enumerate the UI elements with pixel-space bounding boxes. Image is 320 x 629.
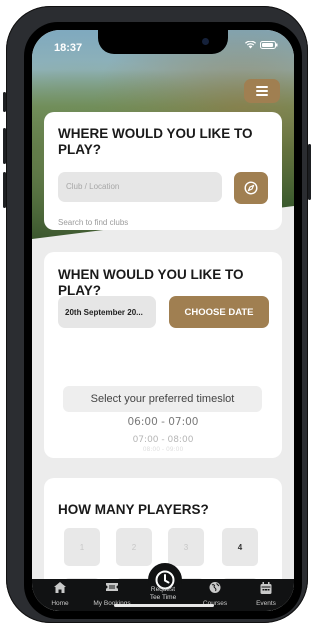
phone-bezel: 18:37 WHERE WOULD YOU LIKE TO PLAY? Club… (24, 22, 302, 619)
globe-icon (209, 582, 221, 593)
player-count-option-1[interactable]: 1 (64, 528, 100, 566)
players-title: HOW MANY PLAYERS? (58, 502, 209, 517)
when-card: WHEN WOULD YOU LIKE TO PLAY? 20th Septem… (44, 252, 282, 458)
tab-events-label: Events (256, 600, 276, 607)
home-icon (54, 582, 66, 593)
player-count-option-2[interactable]: 2 (116, 528, 152, 566)
club-location-search-input[interactable]: Club / Location (58, 172, 222, 202)
player-count-option-3[interactable]: 3 (168, 528, 204, 566)
tab-home-label: Home (51, 600, 69, 607)
search-hint: Search to find clubs (58, 218, 129, 227)
where-title: WHERE WOULD YOU LIKE TO PLAY? (58, 126, 253, 157)
selected-date-field[interactable]: 20th September 20... (58, 296, 156, 328)
front-camera (202, 38, 209, 45)
menu-button[interactable] (244, 79, 280, 103)
wifi-icon (245, 41, 256, 49)
power-button (308, 144, 311, 200)
volume-down-button (3, 172, 6, 208)
status-icons (245, 41, 278, 49)
ticket-icon (106, 583, 118, 591)
volume-up-button (3, 128, 6, 164)
locate-button[interactable] (234, 172, 268, 204)
tab-home[interactable]: Home (34, 579, 86, 611)
tab-request-tee-time-label: Request Tee Time (149, 586, 177, 601)
timeslot-option[interactable]: 06:00 - 07:00 (44, 416, 282, 428)
search-placeholder: Club / Location (66, 182, 120, 191)
status-time: 18:37 (54, 42, 83, 54)
calendar-icon (260, 582, 272, 594)
home-indicator (114, 604, 214, 607)
when-title: WHEN WOULD YOU LIKE TO PLAY? (58, 267, 244, 298)
player-count-option-4[interactable]: 4 (222, 528, 258, 566)
battery-icon (260, 41, 278, 49)
timeslot-picker-title: Select your preferred timeslot (63, 386, 262, 412)
compass-icon (244, 181, 258, 195)
phone-frame: 18:37 WHERE WOULD YOU LIKE TO PLAY? Club… (3, 6, 311, 623)
timeslot-option[interactable]: 08:00 - 09:00 (44, 446, 282, 453)
timeslot-option[interactable]: 07:00 - 08:00 (44, 435, 282, 445)
choose-date-button[interactable]: CHOOSE DATE (169, 296, 269, 328)
hamburger-menu-icon (256, 86, 268, 96)
app-screen: 18:37 WHERE WOULD YOU LIKE TO PLAY? Club… (32, 30, 294, 611)
tab-events[interactable]: Events (240, 579, 292, 611)
mute-switch (3, 92, 6, 112)
where-card: WHERE WOULD YOU LIKE TO PLAY? Club / Loc… (44, 112, 282, 230)
camera-notch (98, 30, 228, 54)
